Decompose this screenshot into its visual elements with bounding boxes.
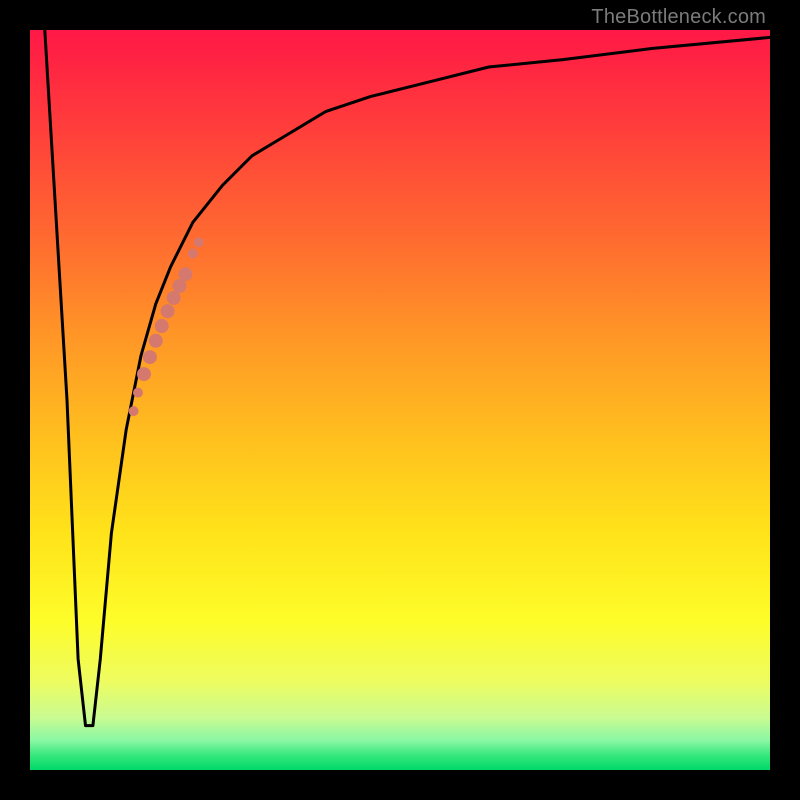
marker-dot — [143, 350, 157, 364]
bottleneck-curve — [45, 30, 770, 726]
marker-dot — [149, 334, 163, 348]
marker-dot — [161, 304, 175, 318]
plot-area — [30, 30, 770, 770]
attribution-text: TheBottleneck.com — [591, 6, 766, 29]
marker-dot — [178, 267, 192, 281]
chart-frame: TheBottleneck.com — [0, 0, 800, 800]
marker-dot — [133, 388, 143, 398]
marker-dot — [137, 367, 151, 381]
marker-group — [129, 237, 204, 416]
marker-dot — [194, 237, 204, 247]
marker-dot — [129, 406, 139, 416]
marker-dot — [155, 319, 169, 333]
marker-dot — [188, 249, 198, 259]
curve-layer — [30, 30, 770, 770]
marker-dot — [167, 291, 181, 305]
